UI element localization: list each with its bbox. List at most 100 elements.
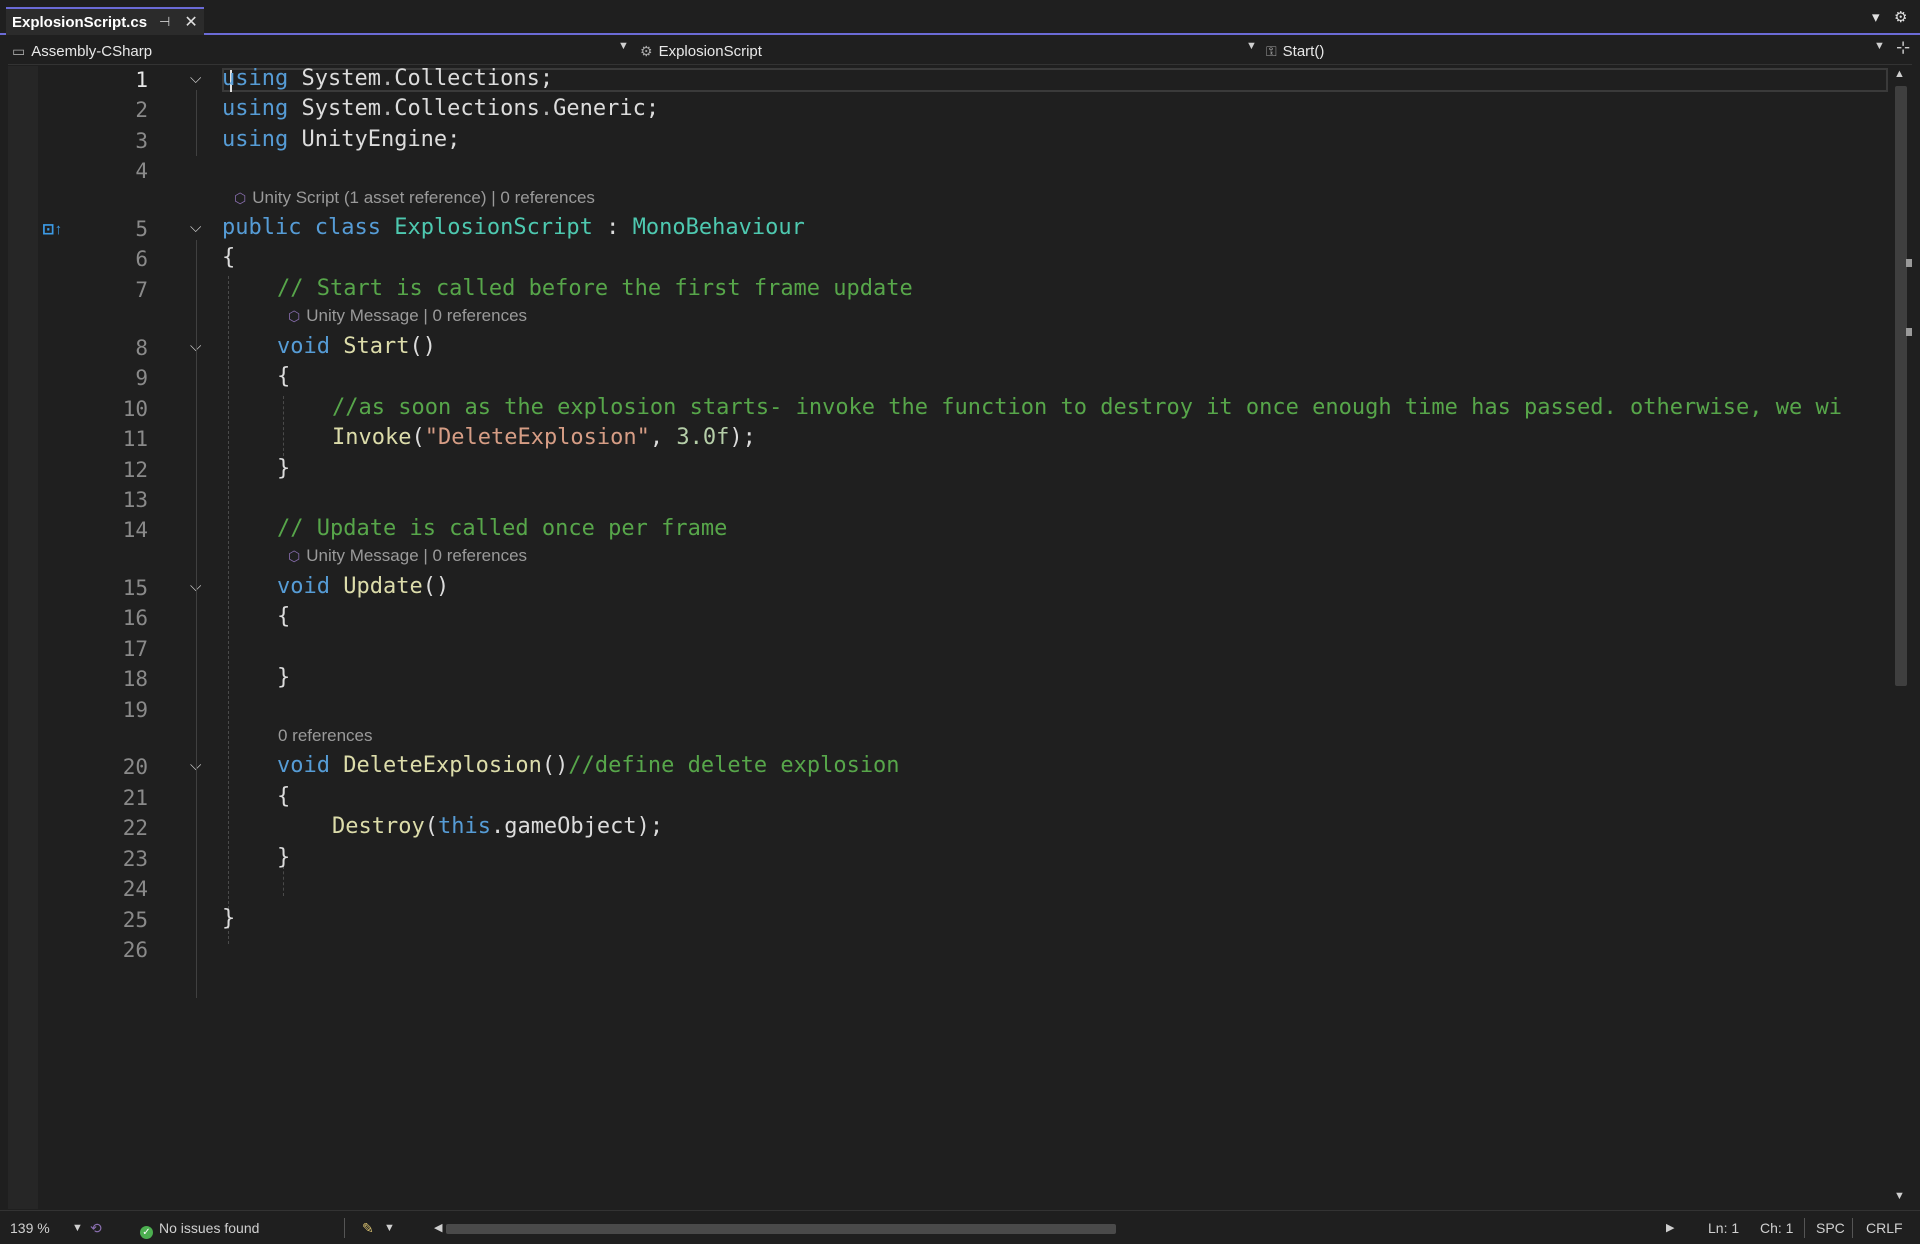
code-editor[interactable]: ⊡↑ 1 2 3 4 5 6 7 8 9 10 11 12 13 14 15 1… [8, 66, 1888, 1209]
unity-message-icon: ⬡ [288, 548, 301, 564]
line-number: 3 [135, 129, 148, 153]
indent-guide [283, 866, 284, 896]
indent-guide [228, 276, 229, 944]
vertical-scroll-thumb[interactable] [1895, 86, 1907, 686]
close-icon[interactable]: ✕ [184, 12, 197, 32]
codelens-update[interactable]: ⬡ Unity Message | 0 references [288, 546, 527, 566]
line-number: 7 [135, 278, 148, 302]
code-line-16: { [277, 604, 291, 629]
line-number: 21 [122, 786, 148, 810]
tab-title: ExplosionScript.cs [12, 13, 148, 31]
codelens-start[interactable]: ⬡ Unity Message | 0 references [288, 306, 527, 326]
unity-message-icon: ⬡ [288, 308, 301, 324]
indent-guide [283, 396, 284, 456]
horizontal-scrollbar[interactable]: ◀ ▶ [434, 1221, 1674, 1234]
project-icon: ▭ [12, 42, 26, 59]
navigation-bar: ▭ Assembly-CSharp ▼ ⚙ ExplosionScript ▼ … [8, 38, 1912, 65]
member-label: Start() [1282, 42, 1325, 60]
code-line-8: void Start() [277, 334, 436, 359]
code-line-21: { [277, 784, 291, 809]
code-line-20: void DeleteExplosion()//define delete ex… [277, 753, 900, 778]
code-line-5: public class ExplosionScript : MonoBehav… [222, 215, 805, 240]
line-number: 17 [122, 637, 148, 661]
pin-icon[interactable]: ⊣ [159, 14, 170, 30]
unity-script-icon: ⬡ [234, 190, 247, 206]
chevron-down-icon[interactable]: ▼ [72, 1222, 83, 1234]
line-number: 23 [122, 847, 148, 871]
line-indicator[interactable]: Ln: 1 [1708, 1220, 1739, 1236]
codelens-class[interactable]: ⬡ Unity Script (1 asset reference) | 0 re… [234, 188, 595, 208]
char-indicator[interactable]: Ch: 1 [1760, 1220, 1793, 1236]
code-cleanup-icon[interactable]: ✎ [362, 1220, 374, 1237]
project-label: Assembly-CSharp [31, 42, 153, 60]
member-dropdown[interactable]: ⚿ Start() [1266, 38, 1886, 64]
codelens-delete[interactable]: 0 references [278, 726, 373, 746]
line-number: 4 [135, 159, 148, 183]
code-line-7: // Start is called before the first fram… [277, 276, 913, 301]
scroll-down-icon[interactable]: ▼ [1894, 1190, 1905, 1202]
fold-chevron-icon[interactable]: ⌵ [190, 219, 201, 236]
line-number: 19 [122, 698, 148, 722]
code-line-14: // Update is called once per frame [277, 516, 728, 541]
copilot-icon[interactable]: ⟲ [90, 1220, 102, 1237]
line-number: 26 [122, 938, 148, 962]
chevron-down-icon[interactable]: ▼ [1874, 40, 1885, 52]
line-number: 10 [122, 397, 148, 421]
line-number: 12 [122, 458, 148, 482]
code-line-18: } [277, 665, 291, 690]
tab-list-dropdown-icon[interactable]: ▾ [1872, 8, 1880, 26]
line-number: 14 [122, 518, 148, 542]
line-number: 6 [135, 247, 148, 271]
line-number: 24 [122, 877, 148, 901]
chevron-down-icon[interactable]: ▼ [1246, 40, 1257, 52]
scroll-marker [1906, 259, 1912, 267]
method-icon: ⚿ [1266, 42, 1277, 59]
horizontal-scroll-thumb[interactable] [446, 1224, 1116, 1234]
line-number: 22 [122, 816, 148, 840]
scroll-up-icon[interactable]: ▲ [1894, 68, 1905, 80]
line-number: 25 [122, 908, 148, 932]
line-number: 15 [122, 576, 148, 600]
fold-chevron-icon[interactable]: ⌵ [190, 70, 201, 87]
document-tab-bar: ExplosionScript.cs ⊣ ✕ ▾ ⚙ [0, 0, 1920, 35]
line-number: 11 [122, 427, 148, 451]
check-icon: ✓ [140, 1226, 153, 1239]
type-dropdown[interactable]: ⚙ ExplosionScript [640, 38, 1260, 64]
code-line-10: //as soon as the explosion starts- invok… [332, 395, 1842, 420]
type-label: ExplosionScript [658, 42, 762, 60]
glyph-margin [8, 66, 38, 1209]
split-window-icon[interactable]: ⊹ [1896, 38, 1910, 58]
line-number: 2 [135, 98, 148, 122]
vertical-scrollbar[interactable]: ▲ ▼ [1890, 66, 1912, 1209]
class-icon: ⚙ [640, 42, 653, 59]
chevron-down-icon[interactable]: ▼ [618, 40, 629, 52]
line-number: 5 [135, 217, 148, 241]
tab-explosionscript[interactable]: ExplosionScript.cs ⊣ ✕ [6, 7, 204, 35]
gear-icon[interactable]: ⚙ [1894, 8, 1907, 26]
scroll-left-icon[interactable]: ◀ [434, 1221, 442, 1234]
line-ending-indicator[interactable]: CRLF [1866, 1220, 1903, 1236]
line-number: 20 [122, 755, 148, 779]
whitespace-indicator[interactable]: SPC [1816, 1220, 1845, 1236]
line-number: 1 [135, 68, 148, 92]
line-number: 13 [122, 488, 148, 512]
code-line-25: } [222, 906, 236, 931]
issues-indicator[interactable]: ✓ No issues found [140, 1220, 259, 1239]
code-line-22: Destroy(this.gameObject); [332, 814, 664, 839]
code-line-2: using System.Collections.Generic; [222, 96, 660, 121]
code-line-11: Invoke("DeleteExplosion", 3.0f); [332, 425, 756, 450]
divider [344, 1218, 345, 1238]
code-line-6: { [222, 245, 236, 270]
status-bar: 139 % ▼ ⟲ ✓ No issues found ✎ ▼ ◀ ▶ Ln: 1… [0, 1210, 1920, 1244]
outline-guide [196, 90, 197, 156]
project-dropdown[interactable]: ▭ Assembly-CSharp [12, 38, 632, 64]
line-number: 16 [122, 606, 148, 630]
code-line-12: } [277, 456, 291, 481]
outline-guide [196, 240, 197, 998]
chevron-down-icon[interactable]: ▼ [384, 1222, 395, 1234]
code-line-23: } [277, 845, 291, 870]
zoom-level[interactable]: 139 % [10, 1220, 50, 1236]
divider [1852, 1218, 1853, 1238]
scroll-marker [1906, 328, 1912, 336]
scroll-right-icon[interactable]: ▶ [1666, 1221, 1674, 1234]
